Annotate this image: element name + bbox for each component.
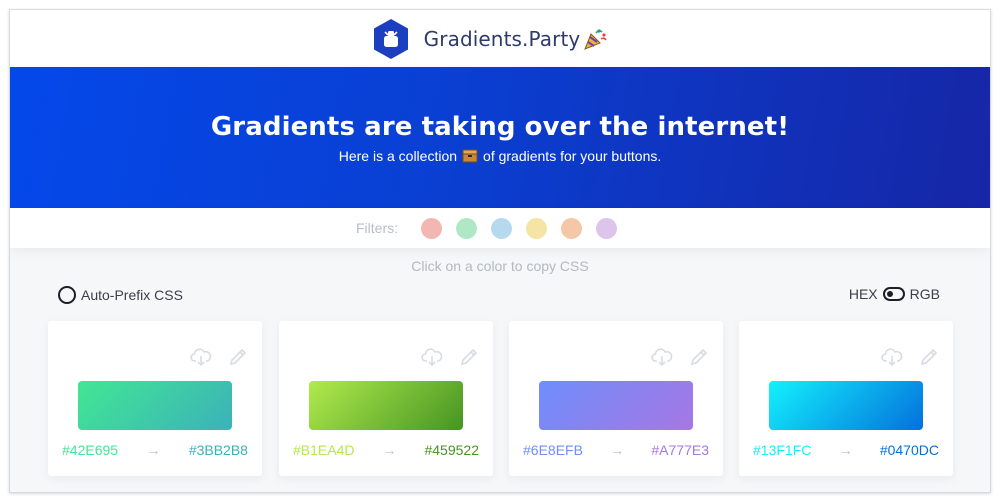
download-icon[interactable] — [881, 347, 903, 367]
top-bar: Gradients.Party — [10, 10, 990, 67]
brand-name: Gradients.Party — [423, 26, 581, 51]
gradient-codes: #6E8EFB → #A777E3 — [523, 442, 709, 458]
gradient-card: #13F1FC → #0470DC — [739, 321, 953, 476]
filter-blue[interactable] — [491, 217, 512, 239]
filters-label: Filters: — [356, 220, 398, 236]
filter-green[interactable] — [456, 217, 477, 239]
filters-bar: Filters: — [10, 208, 990, 248]
gradient-swatch[interactable] — [309, 381, 463, 430]
filter-purple[interactable] — [596, 217, 617, 239]
color-to[interactable]: #0470DC — [880, 442, 939, 458]
autoprefix-toggle[interactable]: Auto-Prefix CSS — [58, 286, 183, 304]
autoprefix-radio[interactable] — [58, 286, 76, 304]
card-actions — [190, 347, 248, 367]
hero-subtitle-end: of gradients for your buttons. — [483, 148, 662, 164]
filter-yellow[interactable] — [526, 217, 547, 239]
filter-orange[interactable] — [561, 217, 582, 239]
color-to[interactable]: #459522 — [424, 442, 479, 458]
color-from[interactable]: #42E695 — [62, 442, 118, 458]
browser-frame: Gradients.Party Gradients are taking ove… — [9, 9, 991, 493]
gradient-card: #6E8EFB → #A777E3 — [509, 321, 723, 476]
color-from[interactable]: #6E8EFB — [523, 442, 583, 458]
hero-subtitle-start: Here is a collection — [338, 148, 458, 164]
logo-hexagon-icon — [373, 18, 408, 59]
rgb-label: RGB — [909, 286, 940, 302]
edit-pencil-icon[interactable] — [228, 347, 248, 367]
download-icon[interactable] — [651, 347, 673, 367]
autoprefix-label: Auto-Prefix CSS — [81, 287, 183, 303]
gradient-swatch[interactable] — [539, 381, 693, 430]
gradient-card: #B1EA4D → #459522 — [279, 321, 493, 476]
color-from[interactable]: #13F1FC — [753, 442, 811, 458]
download-icon[interactable] — [190, 347, 212, 367]
arrow-icon: → — [838, 442, 853, 458]
toggle-knob — [886, 291, 893, 297]
gradient-swatch[interactable] — [78, 381, 232, 430]
hero-banner: Gradients are taking over the internet! … — [10, 67, 990, 208]
edit-pencil-icon[interactable] — [689, 347, 709, 367]
arrow-icon: → — [382, 442, 397, 458]
card-actions — [881, 347, 939, 367]
color-to[interactable]: #3BB2B8 — [189, 442, 248, 458]
color-format-switch: HEX RGB — [849, 286, 940, 302]
hero-subtitle: Here is a collection of gradients for yo… — [10, 148, 990, 164]
package-icon — [462, 149, 478, 163]
party-popper-icon — [584, 28, 607, 50]
edit-pencil-icon[interactable] — [919, 347, 939, 367]
brand[interactable]: Gradients.Party — [372, 18, 609, 60]
copy-hint: Click on a color to copy CSS — [411, 258, 589, 274]
gradient-codes: #13F1FC → #0470DC — [753, 442, 939, 458]
format-toggle[interactable] — [882, 287, 905, 301]
hex-label: HEX — [848, 286, 878, 302]
arrow-icon: → — [146, 442, 161, 458]
download-icon[interactable] — [421, 347, 443, 367]
gradient-card: #42E695 → #3BB2B8 — [48, 321, 262, 476]
filter-red[interactable] — [421, 217, 442, 239]
arrow-icon: → — [610, 442, 625, 458]
card-actions — [421, 347, 479, 367]
card-actions — [651, 347, 709, 367]
color-to[interactable]: #A777E3 — [651, 442, 709, 458]
hero-title: Gradients are taking over the internet! — [210, 112, 790, 142]
gradient-swatch[interactable] — [769, 381, 923, 430]
color-from[interactable]: #B1EA4D — [293, 442, 354, 458]
gradient-codes: #B1EA4D → #459522 — [293, 442, 479, 458]
gradient-codes: #42E695 → #3BB2B8 — [62, 442, 248, 458]
edit-pencil-icon[interactable] — [459, 347, 479, 367]
